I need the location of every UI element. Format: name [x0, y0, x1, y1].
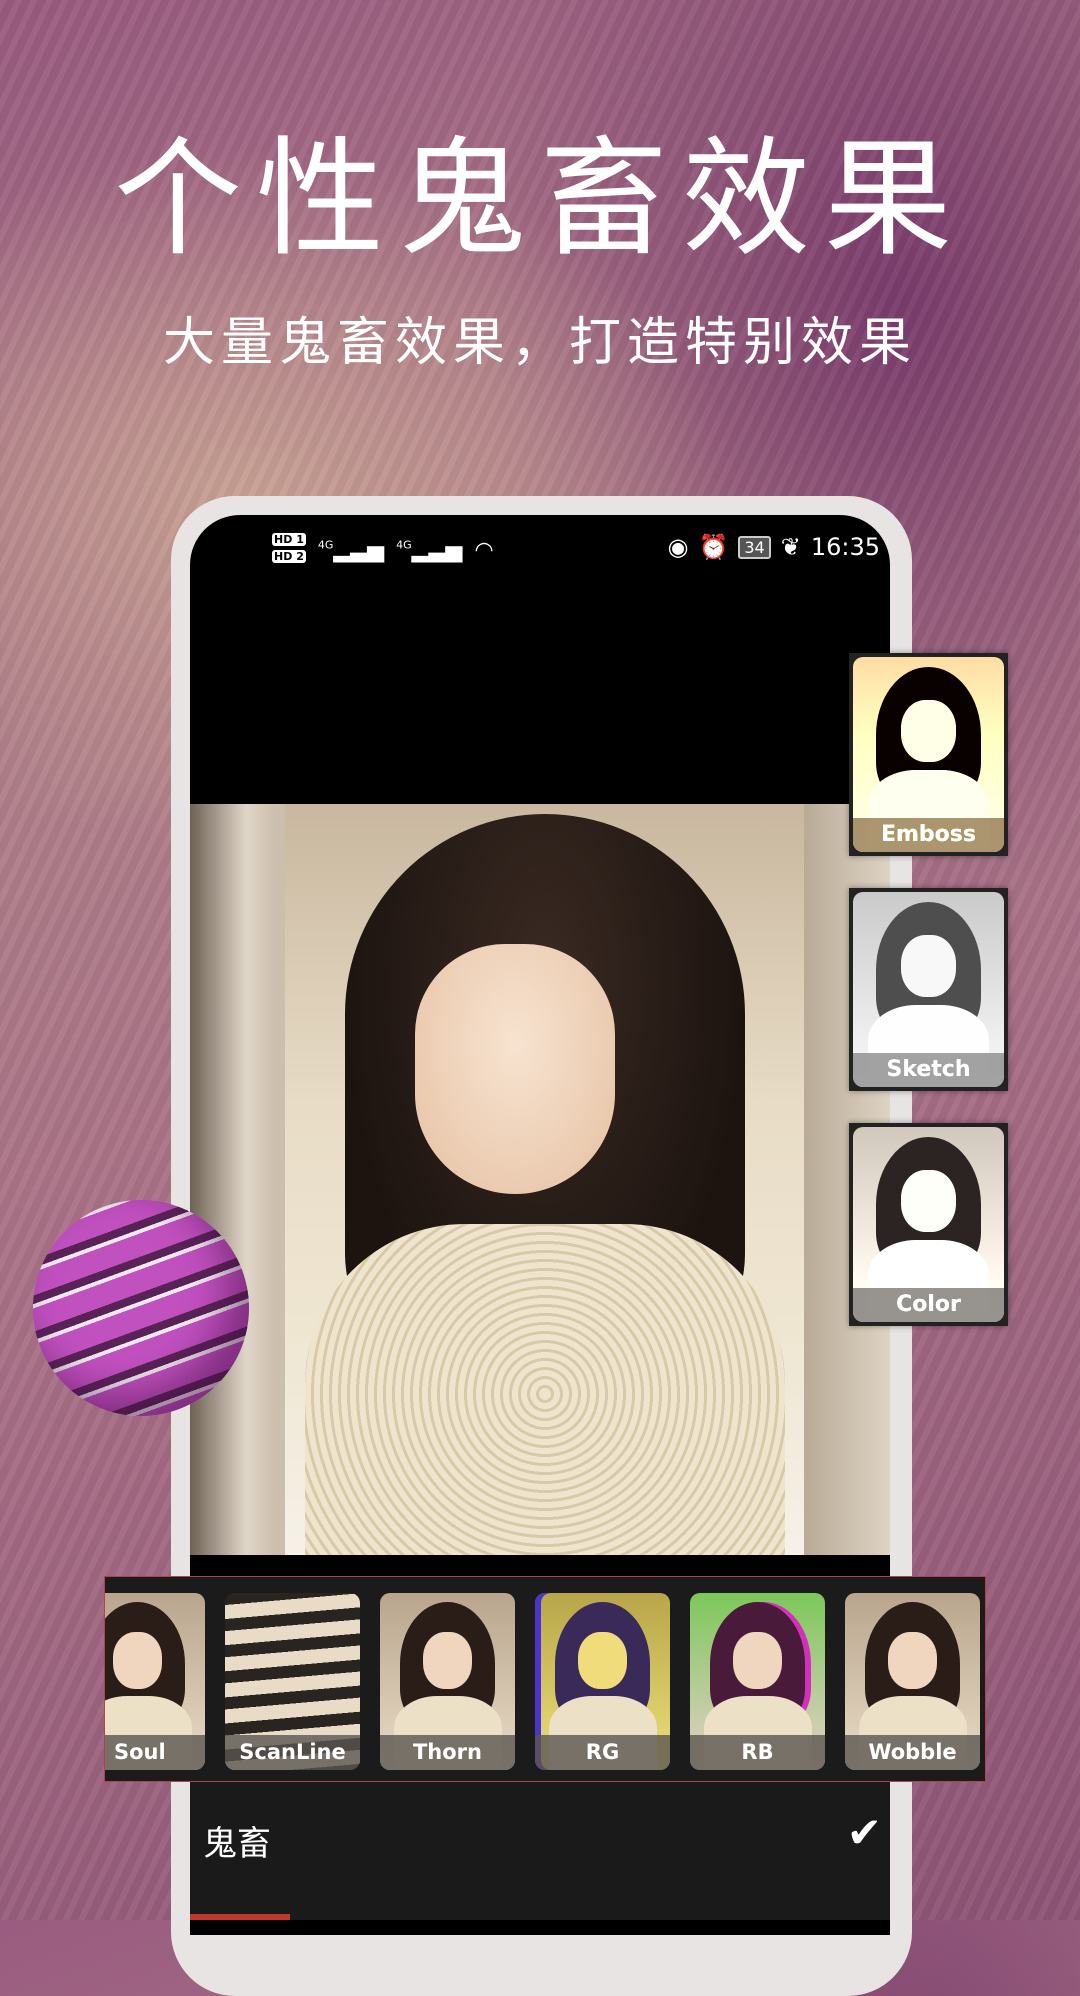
sim-indicators: HD 1 HD 2: [272, 533, 306, 567]
filter-strip[interactable]: Soul ScanLine Thorn RG RB Wobble: [104, 1576, 986, 1782]
bottom-panel: 鬼畜 ✔: [190, 1782, 890, 1920]
hd-icon: HD 1: [272, 533, 306, 546]
photo-preview[interactable]: [190, 804, 890, 1555]
effect-emboss[interactable]: Emboss: [849, 653, 1008, 856]
selected-tab-indicator: [190, 1914, 290, 1920]
portrait-photo: [285, 804, 804, 1555]
signal-icon: 4G▂▃▅: [396, 537, 463, 563]
filter-scanline[interactable]: ScanLine: [225, 1593, 360, 1770]
alarm-icon: ⏰: [698, 533, 729, 561]
hd-icon: HD 2: [272, 550, 306, 563]
filter-wobble[interactable]: Wobble: [845, 1593, 980, 1770]
headline-title: 个性鬼畜效果: [113, 125, 966, 274]
eye-icon: ◉: [667, 533, 689, 561]
filter-rb[interactable]: RB: [690, 1593, 825, 1770]
decorative-sphere: [33, 1200, 249, 1416]
battery-icon: 34: [738, 535, 771, 559]
wifi-icon: ◠: [474, 537, 494, 563]
signal-icon: 4G▂▃▅: [317, 537, 385, 563]
status-bar: HD 1 HD 2 4G▂▃▅ 4G▂▃▅ ◠ ◉ ⏰ 34 ❦ 16:35: [190, 525, 890, 575]
filter-thorn[interactable]: Thorn: [380, 1593, 515, 1770]
filter-soul[interactable]: Soul: [105, 1593, 205, 1770]
leaf-icon: ❦: [780, 533, 801, 561]
headline-subtitle: 大量鬼畜效果，打造特别效果: [162, 313, 917, 373]
effect-color-sketch[interactable]: Color Sketch: [849, 1123, 1008, 1326]
clock: 16:35: [810, 533, 880, 561]
check-icon[interactable]: ✔: [847, 1808, 882, 1857]
category-label: 鬼畜: [203, 1824, 271, 1864]
effect-sketch[interactable]: Sketch: [849, 888, 1008, 1091]
filter-rg[interactable]: RG: [535, 1593, 670, 1770]
